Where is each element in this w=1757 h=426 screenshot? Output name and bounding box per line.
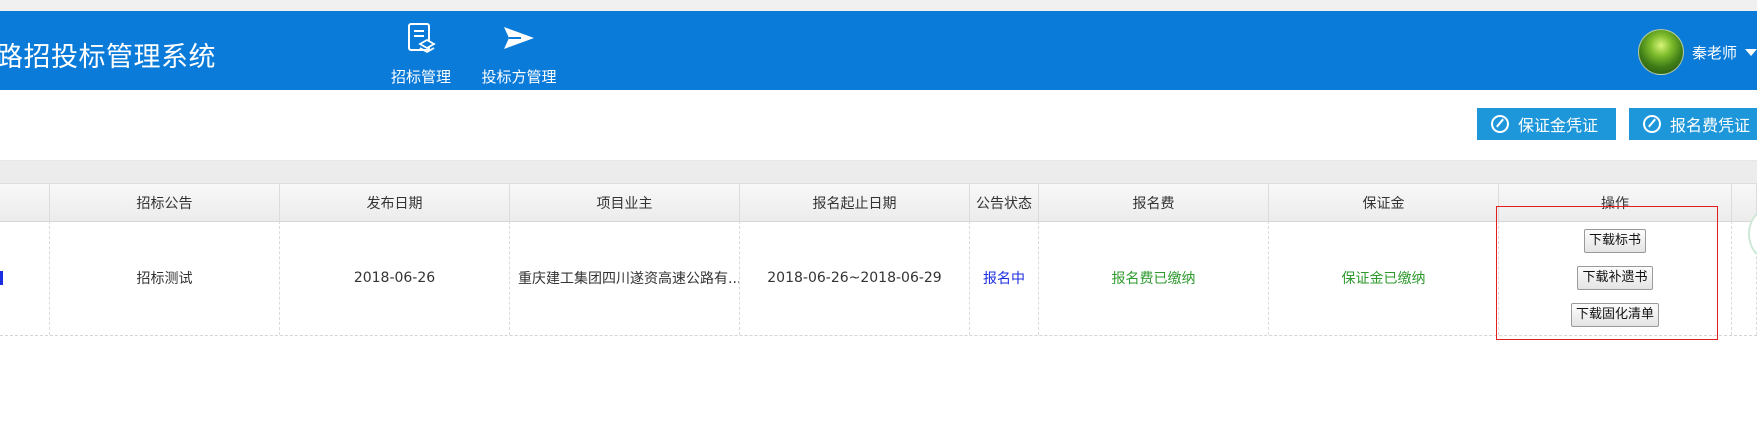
nav-bidder-management[interactable]: 投标方管理 — [478, 19, 560, 87]
download-addendum-button[interactable]: 下载补遗书 — [1577, 266, 1653, 290]
caret-down-icon[interactable] — [1745, 48, 1757, 56]
fee-status-cell: 报名费已缴纳 — [1039, 221, 1269, 335]
edit-icon — [1643, 115, 1661, 133]
deposit-voucher-label: 保证金凭证 — [1518, 116, 1599, 135]
document-stack-icon — [385, 19, 457, 57]
column-header-index — [0, 184, 50, 221]
nav-tender-label: 招标管理 — [390, 68, 451, 86]
column-header-actions: 操作 — [1499, 184, 1732, 221]
row-index-cell — [0, 221, 50, 335]
status-badge: 报名中 — [970, 221, 1039, 335]
user-menu[interactable]: 秦老师 — [1637, 27, 1757, 77]
nav-tender-management[interactable]: 招标管理 — [385, 19, 457, 87]
fee-voucher-button[interactable]: 报名费凭证 — [1629, 108, 1757, 140]
send-icon — [478, 19, 560, 57]
column-header-status[interactable]: 公告状态 — [970, 184, 1039, 221]
deposit-voucher-button[interactable]: 保证金凭证 — [1477, 108, 1616, 140]
owner-cell: 重庆建工集团四川遂资高速公路有... — [510, 221, 740, 335]
fee-voucher-label: 报名费凭证 — [1670, 116, 1751, 135]
app-header: 路招投标管理系统 招标管理 投标方管理 秦老师 — [0, 11, 1757, 90]
column-header-fee[interactable]: 报名费 — [1039, 184, 1269, 221]
column-header-owner[interactable]: 项目业主 — [510, 184, 740, 221]
edit-icon — [1491, 115, 1509, 133]
table-row[interactable]: 招标测试 2018-06-26 重庆建工集团四川遂资高速公路有... 2018-… — [0, 221, 1757, 336]
nav-bidder-label: 投标方管理 — [481, 68, 557, 86]
toolbar: 保证金凭证 报名费凭证 — [0, 90, 1757, 161]
signup-period-cell: 2018-06-26~2018-06-29 — [740, 221, 970, 335]
tender-table: 招标公告 发布日期 项目业主 报名起止日期 公告状态 报名费 保证金 操作 招标… — [0, 183, 1757, 336]
row-marker — [0, 271, 3, 285]
column-header-publish-date[interactable]: 发布日期 — [280, 184, 510, 221]
table-header: 招标公告 发布日期 项目业主 报名起止日期 公告状态 报名费 保证金 操作 — [0, 183, 1757, 222]
deposit-status-cell: 保证金已缴纳 — [1269, 221, 1499, 335]
section-divider — [0, 161, 1757, 183]
download-tender-doc-button[interactable]: 下载标书 — [1583, 229, 1646, 253]
column-header-deposit[interactable]: 保证金 — [1269, 184, 1499, 221]
app-title: 路招投标管理系统 — [0, 42, 216, 73]
actions-cell: 下载标书 下载补遗书 下载固化清单 — [1499, 221, 1732, 335]
download-fixed-list-button[interactable]: 下载固化清单 — [1570, 303, 1659, 327]
avatar[interactable] — [1637, 29, 1684, 75]
column-header-notice[interactable]: 招标公告 — [50, 184, 280, 221]
column-header-signup-period[interactable]: 报名起止日期 — [740, 184, 970, 221]
user-name[interactable]: 秦老师 — [1692, 42, 1737, 63]
notice-cell[interactable]: 招标测试 — [50, 221, 280, 335]
publish-date-cell: 2018-06-26 — [280, 221, 510, 335]
